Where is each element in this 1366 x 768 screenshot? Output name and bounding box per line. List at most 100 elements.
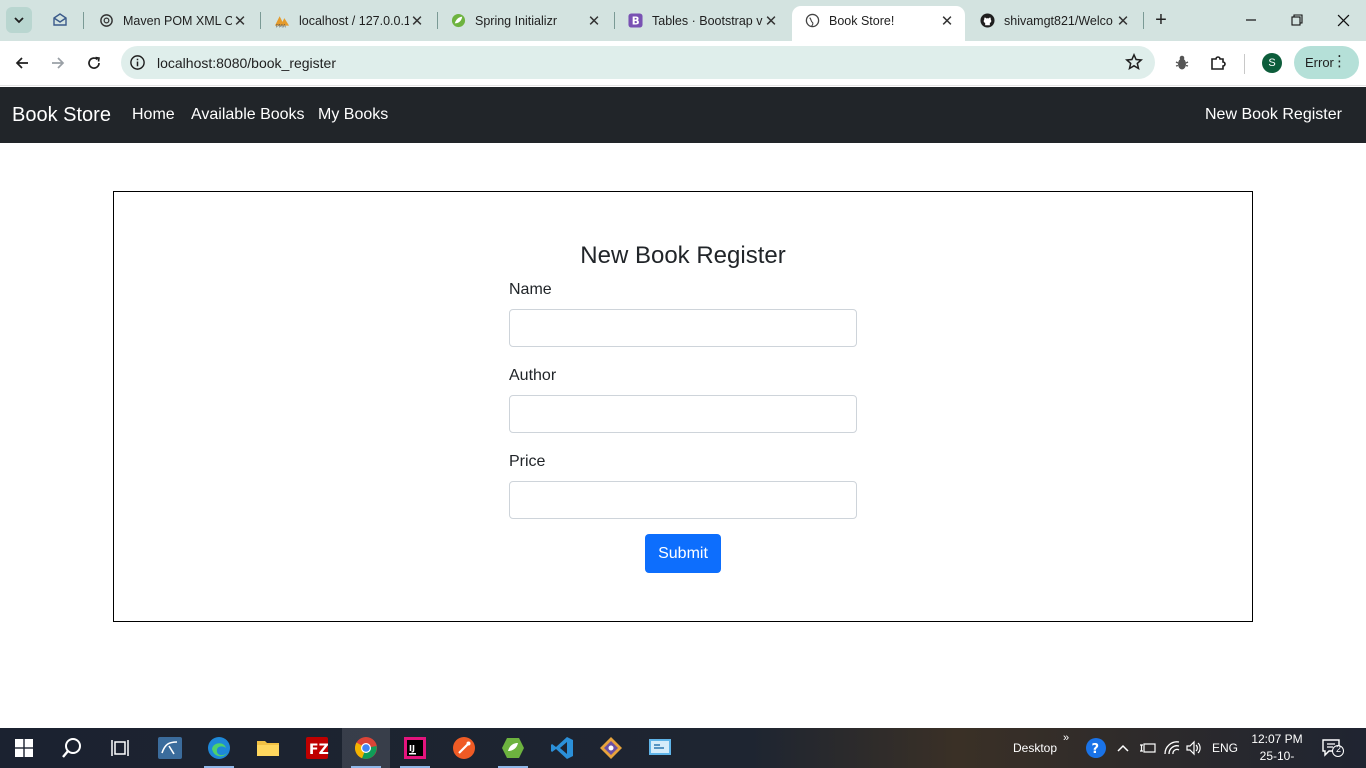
- chevron-down-icon: [14, 17, 24, 24]
- taskbar-spring-tools[interactable]: [489, 728, 537, 768]
- close-icon[interactable]: ✕: [763, 13, 779, 30]
- language-indicator[interactable]: ENG: [1212, 741, 1238, 755]
- nav-link-my-books[interactable]: My Books: [318, 106, 388, 124]
- tab-book-store[interactable]: Book Store! ✕: [792, 6, 965, 41]
- close-icon: [1337, 14, 1349, 26]
- svg-text:?: ?: [1092, 742, 1100, 757]
- close-window-button[interactable]: [1320, 0, 1366, 40]
- nav-link-new-book-register[interactable]: New Book Register: [1205, 106, 1342, 124]
- close-icon[interactable]: ✕: [232, 13, 248, 30]
- tab-title: Book Store!: [829, 13, 895, 28]
- spring-tools-icon: [502, 738, 524, 758]
- tab-search-button[interactable]: [6, 7, 32, 33]
- arrow-right-icon: [52, 57, 65, 69]
- intellij-icon: IJ: [404, 737, 426, 759]
- taskbar-remote-desktop[interactable]: [636, 728, 684, 768]
- taskbar-vscode[interactable]: [538, 728, 586, 768]
- profile-avatar[interactable]: S: [1262, 53, 1282, 73]
- minimize-button[interactable]: [1228, 0, 1274, 40]
- forward-button[interactable]: [44, 49, 72, 77]
- tab-bootstrap-tables[interactable]: B Tables · Bootstrap v5 ✕: [615, 6, 789, 35]
- openai-icon: [98, 13, 114, 29]
- navbar-brand[interactable]: Book Store: [12, 104, 111, 127]
- taskbar-postman[interactable]: [440, 728, 488, 768]
- taskbar-mysql-workbench[interactable]: [146, 728, 194, 768]
- arrow-left-icon: [15, 57, 28, 69]
- mail-icon: [53, 13, 67, 26]
- tab-title: localhost / 127.0.0.1: [299, 13, 409, 28]
- tab-maven[interactable]: Maven POM XML Co ✕: [86, 6, 258, 35]
- tab-title: Maven POM XML Co: [123, 13, 232, 28]
- extensions-puzzle-icon[interactable]: [1207, 52, 1229, 74]
- back-button[interactable]: [8, 49, 36, 77]
- nav-link-home[interactable]: Home: [132, 106, 175, 124]
- taskbar-edge[interactable]: [195, 728, 243, 768]
- extension-bug-icon[interactable]: [1171, 52, 1193, 74]
- task-view-button[interactable]: [96, 728, 144, 768]
- system-clock[interactable]: 12:07 PM 25-10-2024: [1247, 731, 1307, 768]
- spring-icon: [450, 13, 466, 29]
- submit-button[interactable]: Submit: [645, 534, 721, 573]
- svg-text:IJ: IJ: [409, 744, 415, 753]
- desktop-toolbar-label[interactable]: Desktop: [1013, 741, 1057, 755]
- clock-time: 12:07 PM: [1251, 732, 1303, 746]
- name-input[interactable]: [509, 309, 857, 347]
- battery-icon[interactable]: [1139, 738, 1157, 758]
- author-label: Author: [509, 367, 557, 384]
- notification-center-button[interactable]: 2: [1322, 738, 1344, 758]
- info-icon[interactable]: [129, 54, 146, 71]
- tab-separator: [260, 12, 261, 29]
- tab-github[interactable]: shivamgt821/Welco ✕: [967, 6, 1141, 35]
- close-icon[interactable]: ✕: [586, 13, 602, 30]
- pinned-tab-mail[interactable]: [44, 6, 76, 34]
- taskbar-git-gui[interactable]: [587, 728, 635, 768]
- tab-phpmyadmin[interactable]: PMA localhost / 127.0.0.1 ✕: [262, 6, 435, 35]
- search-icon: [62, 738, 81, 758]
- tab-spring-initializr[interactable]: Spring Initializr ✕: [438, 6, 612, 35]
- taskbar-file-explorer[interactable]: [244, 728, 292, 768]
- windows-logo-icon: [15, 739, 33, 757]
- name-label: Name: [509, 281, 552, 298]
- author-input[interactable]: [509, 395, 857, 433]
- price-input[interactable]: [509, 481, 857, 519]
- tab-separator: [1143, 12, 1144, 29]
- new-tab-button[interactable]: +: [1149, 9, 1173, 31]
- tab-separator: [83, 12, 84, 29]
- browser-toolbar: localhost:8080/book_register S Error ⋮: [0, 41, 1366, 86]
- chevron-up-icon[interactable]: [1114, 738, 1132, 758]
- edge-icon: [208, 737, 230, 759]
- close-icon[interactable]: ✕: [1115, 13, 1131, 30]
- taskbar-intellij[interactable]: IJ: [391, 728, 439, 768]
- remote-desktop-icon: [649, 739, 671, 755]
- bootstrap-icon: B: [627, 13, 643, 29]
- phpmyadmin-icon: PMA: [274, 13, 290, 29]
- reload-button[interactable]: [80, 49, 108, 77]
- bookmark-star-icon[interactable]: [1125, 53, 1143, 71]
- vscode-icon: [551, 737, 573, 759]
- windows-taskbar: FZ IJ Desktop » ? ENG 12:07 PM 25-10- 2: [0, 728, 1366, 768]
- taskbar-search-button[interactable]: [48, 728, 96, 768]
- error-button[interactable]: Error ⋮: [1294, 46, 1359, 79]
- nav-link-available-books[interactable]: Available Books: [191, 106, 305, 124]
- globe-icon: [804, 13, 820, 29]
- volume-icon[interactable]: [1185, 738, 1203, 758]
- form-title: New Book Register: [580, 242, 786, 269]
- close-icon[interactable]: ✕: [939, 13, 955, 30]
- taskbar-filezilla[interactable]: FZ: [293, 728, 341, 768]
- wifi-icon[interactable]: [1163, 738, 1181, 758]
- address-bar[interactable]: localhost:8080/book_register: [121, 46, 1155, 79]
- more-vertical-icon: ⋮: [1332, 53, 1347, 70]
- app-navbar: Book Store Home Available Books My Books…: [0, 87, 1366, 143]
- restore-button[interactable]: [1274, 0, 1320, 40]
- reload-icon: [88, 56, 100, 69]
- close-icon[interactable]: ✕: [409, 13, 425, 30]
- help-icon[interactable]: ?: [1085, 738, 1107, 758]
- start-button[interactable]: [0, 728, 48, 768]
- svg-text:FZ: FZ: [309, 742, 329, 758]
- toolbar-expand-icon[interactable]: »: [1063, 732, 1069, 744]
- price-label: Price: [509, 453, 546, 470]
- tab-title: shivamgt821/Welco: [1004, 13, 1113, 28]
- clock-date: 25-10-2024: [1259, 749, 1295, 768]
- taskbar-chrome[interactable]: [342, 728, 390, 768]
- svg-text:B: B: [631, 15, 639, 27]
